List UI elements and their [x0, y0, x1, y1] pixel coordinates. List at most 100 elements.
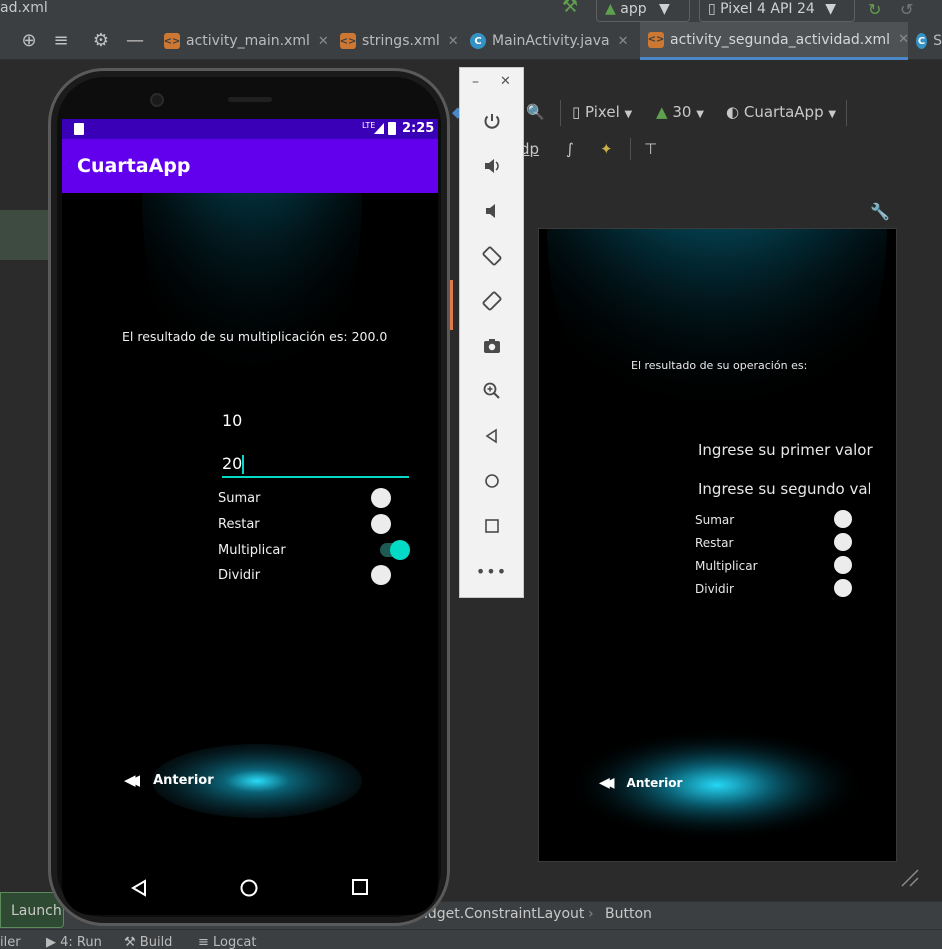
nav-recents-button[interactable] [352, 879, 368, 895]
front-camera [150, 93, 164, 107]
anterior-button[interactable]: ◀◀ Anterior [124, 771, 214, 789]
rotate-right-icon[interactable] [460, 286, 523, 316]
switch-multiplicar[interactable] [390, 540, 410, 560]
crosshair-icon[interactable]: ⊕ [18, 30, 40, 52]
chevron-down-icon: ▼ [825, 1, 837, 17]
phone-icon: ▯ [572, 103, 581, 121]
rotate-left-icon[interactable] [460, 241, 523, 271]
build-tab[interactable]: ⚒ Build [124, 935, 172, 949]
preview-switch-label: Dividir [695, 582, 734, 596]
tab-activity-main[interactable]: <> activity_main.xml ✕ [156, 22, 330, 60]
preview-switch-sumar[interactable] [834, 510, 852, 528]
emulator-controls-panel: – ✕ ••• [459, 67, 524, 598]
input-second-value[interactable]: 20 [222, 454, 245, 474]
preview-switch-label: Multiplicar [695, 559, 758, 573]
input-second-text: 20 [222, 454, 243, 473]
close-icon[interactable]: ✕ [448, 34, 459, 49]
preview-switch-restar[interactable] [834, 533, 852, 551]
android-icon: ▲ [656, 103, 668, 121]
phone-icon: ▯ [708, 1, 716, 17]
tab-strings[interactable]: <> strings.xml ✕ [332, 22, 460, 60]
switch-restar[interactable] [371, 514, 391, 534]
collapse-icon[interactable]: ≡ [50, 30, 72, 52]
design-preview: El resultado de su operación es: Ingrese… [538, 228, 897, 862]
preview-input-1[interactable]: Ingrese su primer valor [698, 441, 873, 459]
close-icon[interactable]: ✕ [618, 34, 629, 49]
run-icon: ▶ [46, 935, 56, 949]
preview-switch-label: Sumar [695, 513, 735, 527]
home-icon[interactable] [460, 466, 523, 496]
logcat-tab[interactable]: ≡ Logcat [198, 935, 256, 949]
clear-constraints-icon[interactable]: ∫ [566, 136, 574, 162]
device-picker[interactable]: ▯ Pixel ▼ [572, 98, 632, 129]
camera-icon[interactable] [460, 331, 523, 361]
nav-back-button[interactable] [130, 879, 148, 897]
signal-icon [374, 123, 384, 134]
switch-label: Multiplicar [218, 543, 286, 558]
make-project-icon[interactable]: ⚒ [562, 0, 578, 16]
apply-changes-icon[interactable]: ↻ [868, 0, 881, 19]
phone-screen: LTE 2:25 CuartaApp El resultado de su mu… [62, 119, 438, 915]
theme-picker[interactable]: ◐ CuartaApp ▼ [726, 98, 836, 129]
volume-up-icon[interactable] [460, 151, 523, 181]
app-title: CuartaApp [77, 155, 191, 177]
minimize-icon[interactable]: – [472, 74, 479, 90]
gear-icon[interactable]: ⚙ [90, 30, 112, 52]
tab-label: MainActivity.java [492, 33, 610, 49]
sd-card-icon [74, 123, 84, 135]
wrench-icon[interactable]: 🔧 [870, 202, 890, 221]
chevron-down-icon: ▼ [659, 1, 670, 17]
run-config-label: app [620, 1, 647, 17]
input-first-value[interactable]: 10 [222, 411, 242, 430]
more-icon[interactable]: ••• [460, 556, 523, 586]
run-tab-label: 4: Run [60, 935, 102, 949]
guidelines-icon[interactable]: ⊤ [644, 136, 657, 162]
preview-result-text: El resultado de su operación es: [631, 359, 808, 372]
tab-activity-segunda[interactable]: <> activity_segunda_actividad.xml ✕ [640, 22, 909, 60]
preview-input-2[interactable]: Ingrese su segundo valor [698, 480, 870, 498]
chevron-down-icon: ▼ [696, 109, 704, 120]
button-label: Anterior [153, 772, 214, 788]
java-class-icon: C [916, 33, 928, 49]
tab-main-activity[interactable]: C MainActivity.java ✕ [462, 22, 638, 60]
switch-label: Sumar [218, 491, 261, 506]
clock: 2:25 [402, 121, 435, 136]
window-title: ad.xml [0, 0, 48, 16]
profiler-tab[interactable]: iler [0, 935, 21, 949]
run-config-dropdown[interactable]: ▲ app ▼ [596, 0, 690, 22]
hammer-icon: ⚒ [124, 935, 136, 949]
overview-icon[interactable] [460, 511, 523, 541]
breadcrumb-item[interactable]: Button [605, 906, 652, 922]
separator [630, 138, 631, 160]
preview-switch-dividir[interactable] [834, 579, 852, 597]
chevron-down-icon: ▼ [624, 109, 633, 120]
run-tab[interactable]: ▶ 4: Run [46, 935, 102, 949]
apply-code-changes-icon[interactable]: ↺ [900, 0, 913, 19]
tab-overflow[interactable]: C S [908, 22, 942, 60]
volume-down-icon[interactable] [460, 196, 523, 226]
hide-icon[interactable]: — [124, 30, 146, 52]
resize-handle-icon[interactable] [898, 866, 922, 890]
preview-anterior-button[interactable]: ◀◀ Anterior [599, 775, 682, 791]
preview-switch-multiplicar[interactable] [834, 556, 852, 574]
zoom-in-icon[interactable] [460, 376, 523, 406]
speaker-grille [228, 97, 272, 102]
xml-file-icon: <> [340, 33, 356, 49]
switch-dividir[interactable] [371, 565, 391, 585]
status-bar: LTE 2:25 [62, 119, 438, 139]
close-icon[interactable]: ✕ [500, 74, 511, 89]
infer-constraints-icon[interactable]: ✦ [600, 136, 613, 162]
back-icon[interactable] [460, 421, 523, 451]
xml-file-icon: <> [648, 31, 664, 48]
nav-home-button[interactable] [240, 879, 258, 897]
zoom-icon[interactable]: 🔍 [526, 98, 545, 126]
power-icon[interactable] [460, 106, 523, 136]
api-picker[interactable]: ▲ 30 ▼ [656, 98, 704, 129]
breadcrumb-item[interactable]: idget.ConstraintLayout [424, 906, 584, 922]
device-label: Pixel 4 API 24 [720, 1, 815, 17]
device-dropdown[interactable]: ▯ Pixel 4 API 24 ▼ [699, 0, 855, 22]
chevron-down-icon: ▼ [828, 109, 837, 120]
close-icon[interactable]: ✕ [318, 34, 329, 49]
tab-label: activity_main.xml [186, 33, 310, 49]
switch-sumar[interactable] [371, 488, 391, 508]
